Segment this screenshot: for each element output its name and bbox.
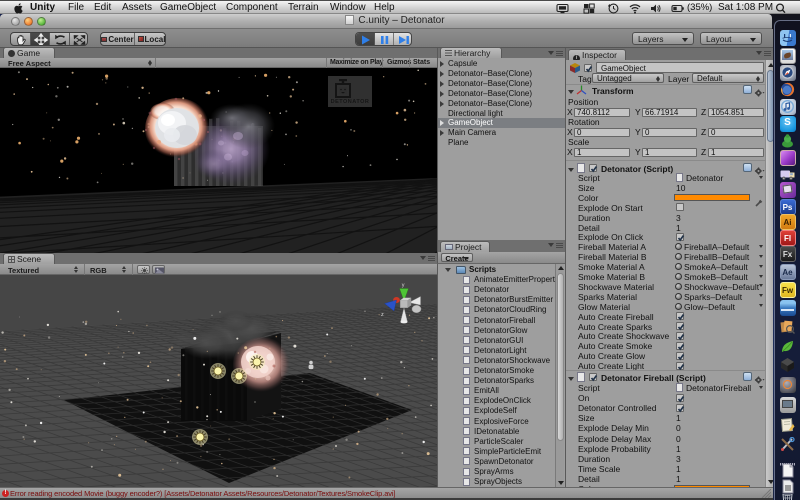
svg-text:y: y [402,283,405,289]
svg-text:z: z [381,312,384,318]
